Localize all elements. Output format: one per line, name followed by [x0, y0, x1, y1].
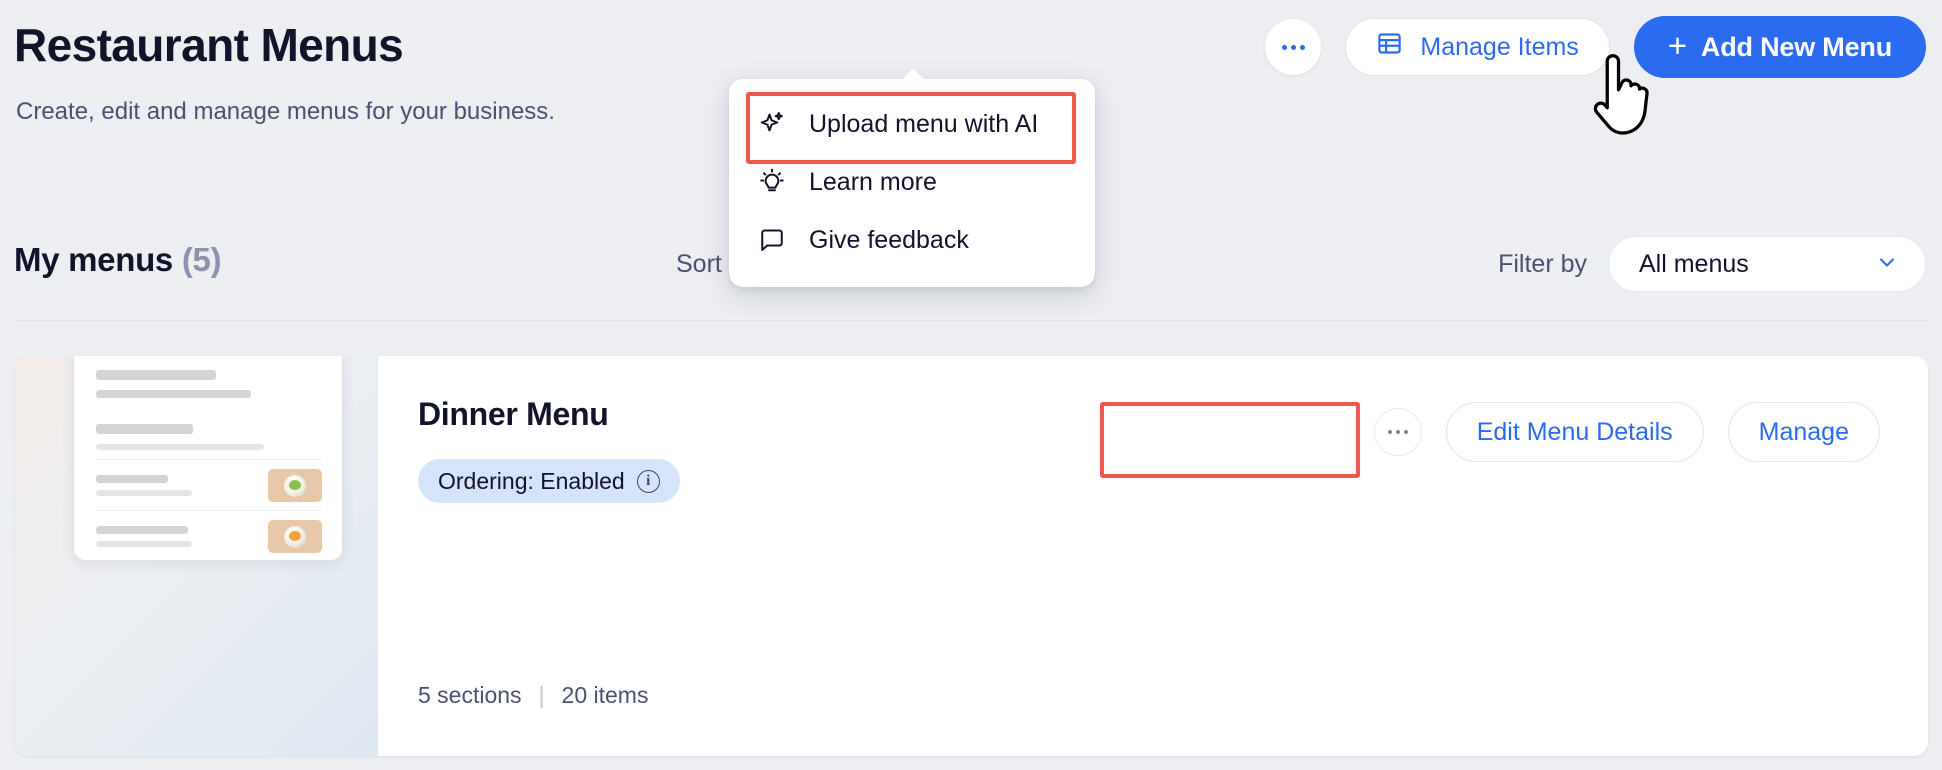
page-title: Restaurant Menus [14, 19, 404, 71]
food-thumbnail-icon [268, 520, 322, 553]
skeleton-item-text [96, 475, 192, 496]
sections-count: 5 sections [418, 682, 522, 708]
header-more-button[interactable] [1265, 19, 1322, 75]
dropdown-item-upload-menu-with-ai[interactable]: Upload menu with AI [729, 95, 1095, 153]
chevron-down-icon [1875, 250, 1899, 279]
food-thumbnail-icon [268, 469, 322, 502]
header-actions: Manage Items + Add New Menu [1265, 16, 1926, 78]
my-menus-heading: My menus (5) [14, 241, 222, 279]
skeleton-section-heading [96, 424, 193, 434]
table-grid-icon [1376, 30, 1403, 64]
status-badge: Ordering: Enabled i [418, 459, 680, 503]
dropdown-caret [901, 68, 925, 80]
skeleton-item-row [96, 510, 322, 560]
status-badge-label: Ordering: Enabled [438, 467, 625, 494]
section-divider [14, 320, 1928, 321]
skeleton-subtitle [96, 390, 251, 398]
manage-items-label: Manage Items [1420, 32, 1579, 61]
skeleton-section-desc [96, 444, 264, 450]
dropdown-item-label: Give feedback [809, 225, 969, 254]
sort-label[interactable]: Sort [676, 250, 722, 279]
info-icon[interactable]: i [636, 469, 660, 493]
dropdown-item-learn-more[interactable]: Learn more [729, 153, 1095, 211]
lightbulb-icon [757, 167, 787, 197]
dropdown-item-give-feedback[interactable]: Give feedback [729, 211, 1095, 269]
add-new-menu-button[interactable]: + Add New Menu [1633, 16, 1926, 78]
manage-items-button[interactable]: Manage Items [1345, 18, 1610, 76]
speech-bubble-icon [757, 225, 787, 255]
manage-button[interactable]: Manage [1727, 402, 1880, 462]
menu-card-dinner-menu[interactable]: Dinner Menu Ordering: Enabled i 5 sectio… [14, 356, 1928, 756]
stats-separator: | [538, 682, 545, 708]
ellipsis-icon [1387, 430, 1408, 434]
menu-stats: 5 sections | 20 items [418, 682, 648, 709]
page-subtitle: Create, edit and manage menus for your b… [16, 98, 555, 125]
filter-select-value: All menus [1639, 249, 1749, 278]
menu-preview-thumbnail [14, 356, 378, 756]
edit-menu-details-button[interactable]: Edit Menu Details [1445, 402, 1704, 462]
menu-card-body: Dinner Menu Ordering: Enabled i 5 sectio… [378, 356, 1928, 756]
my-menus-label: My menus [14, 241, 173, 278]
plus-icon: + [1667, 27, 1687, 64]
filter-select[interactable]: All menus [1608, 236, 1926, 292]
more-options-dropdown: Upload menu with AI Learn more Give feed… [729, 79, 1095, 287]
sparkle-ai-icon [757, 109, 787, 139]
skeleton-title [96, 370, 216, 380]
filter-controls: Filter by All menus [1498, 236, 1926, 292]
my-menus-count: (5) [181, 241, 222, 278]
dropdown-item-label: Upload menu with AI [809, 109, 1039, 138]
menu-card-more-button[interactable] [1373, 408, 1422, 456]
skeleton-item-row [96, 459, 322, 510]
filter-by-label: Filter by [1498, 249, 1587, 278]
add-new-menu-label: Add New Menu [1700, 31, 1892, 62]
thumbnail-document [74, 356, 342, 560]
dropdown-item-label: Learn more [809, 167, 937, 196]
menu-card-actions: Edit Menu Details Manage [1373, 402, 1880, 462]
ellipsis-icon [1281, 44, 1305, 50]
skeleton-item-text [96, 526, 192, 547]
items-count: 20 items [561, 682, 649, 708]
